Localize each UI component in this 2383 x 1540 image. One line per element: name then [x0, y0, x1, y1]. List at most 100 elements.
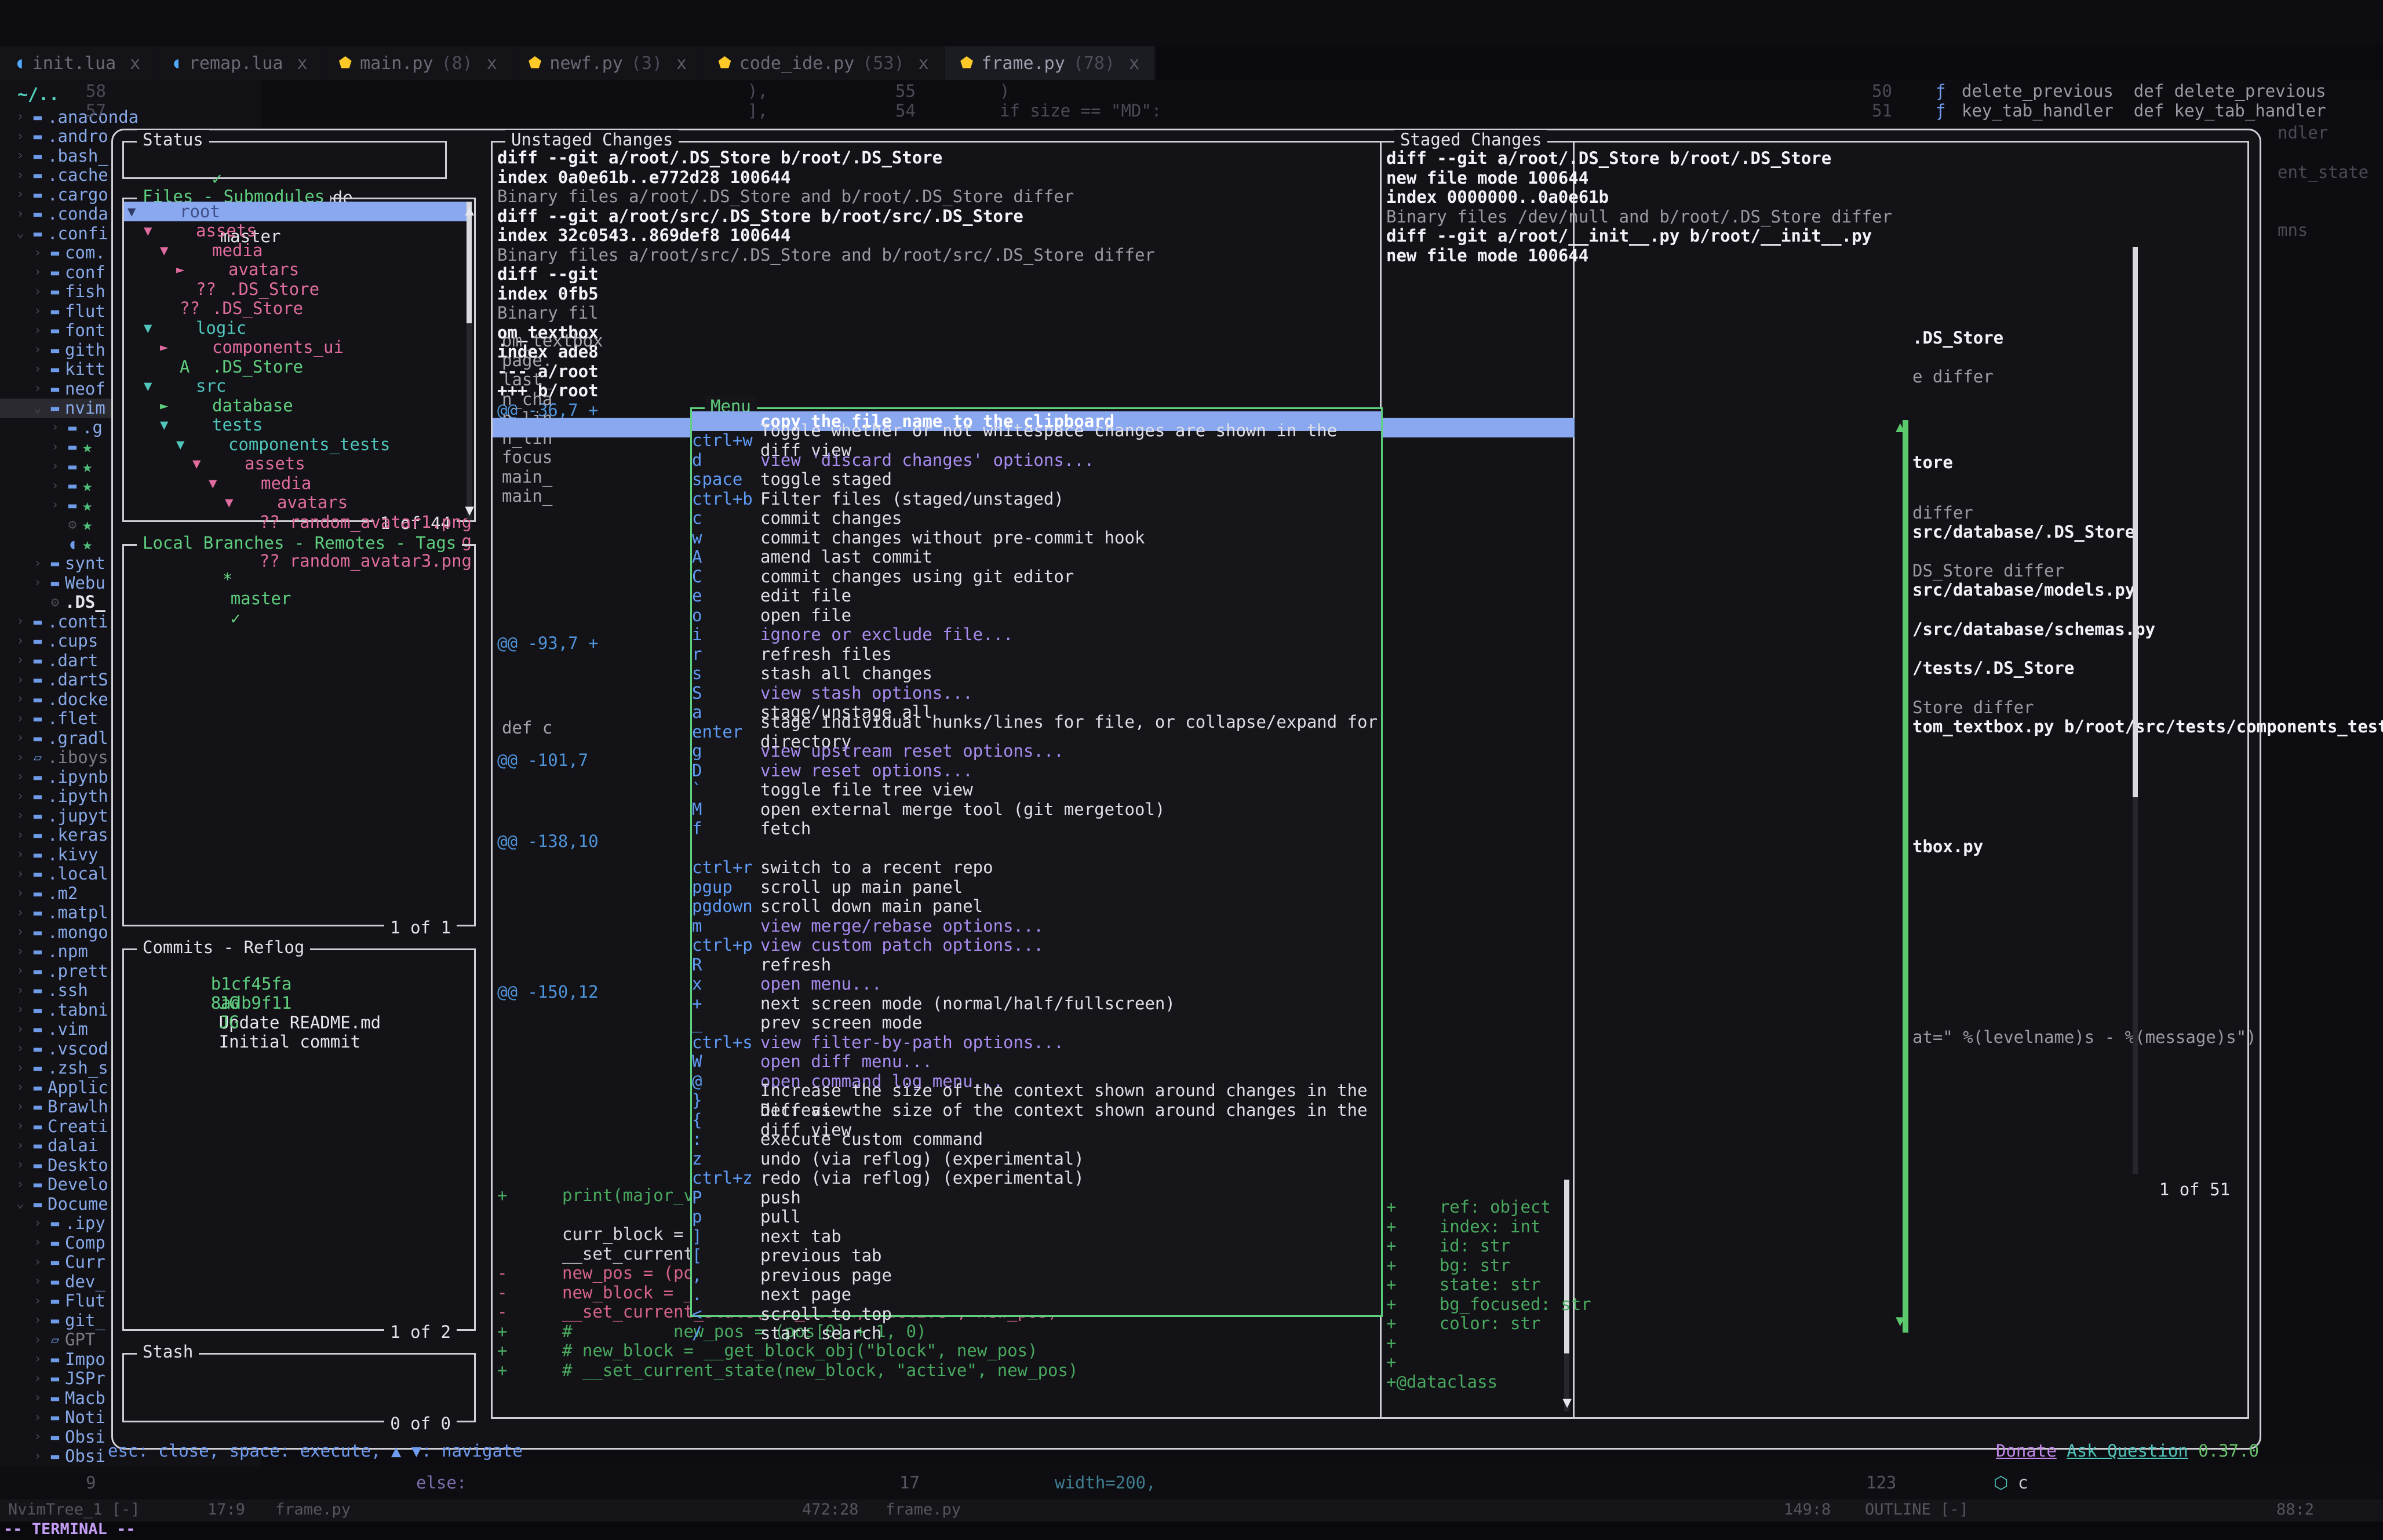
commit-row-2[interactable]: 8adb9f11 JG Initial commit [130, 974, 360, 1071]
menu-item[interactable]: c commit changes [692, 508, 1381, 528]
files-scroll-up-icon[interactable]: ▲ [465, 202, 474, 219]
files-panel-row[interactable]: ▼ src [124, 376, 472, 396]
files-panel-row[interactable]: A .DS_Store [124, 357, 472, 377]
menu-item[interactable]: f fetch [692, 819, 1381, 838]
files-panel-row[interactable]: ▼ root [124, 202, 472, 221]
stash-panel[interactable]: Stash 0 of 0 [122, 1342, 476, 1433]
files-panel[interactable]: Files - Submodules 1 of 44 ▼ root ▼ assets ▼… [122, 187, 476, 571]
commits-panel[interactable]: Commits - Reflog 1 of 2 b1cf45fa JG Upda… [122, 937, 476, 1342]
tab-close-icon[interactable]: x [297, 53, 307, 74]
editor-tab-newf-py[interactable]: ⬟ newf.py (3) x [513, 46, 704, 80]
menu-item[interactable]: [previous tab [692, 1246, 1381, 1265]
files-list[interactable]: ▼ root ▼ assets ▼ media ► avatars ?? .DS_Store ?… [124, 202, 472, 571]
files-scroll-down-icon[interactable]: ▼ [465, 502, 474, 519]
menu-item[interactable]: {Decrease the size of the context shown … [692, 1100, 1381, 1140]
menu-item[interactable]: z undo (via reflog) (experimental) [692, 1149, 1381, 1169]
menu-item[interactable]: Aamend last commit [692, 547, 1381, 567]
menu-item[interactable]: < scroll to top [692, 1304, 1381, 1324]
file-name: root [180, 201, 220, 221]
menu-item[interactable]: ] next tab [692, 1227, 1381, 1246]
diff-text: bg: str [1399, 1255, 1511, 1275]
menu-item[interactable]: space toggle staged [692, 469, 1381, 489]
menu-item[interactable]: ctrl+p view custom patch options... [692, 935, 1381, 955]
menu-item[interactable]: Mopen external merge tool (git mergetool… [692, 800, 1381, 819]
editor-tab-init-lua[interactable]: ◖ init.lua x [0, 46, 157, 80]
menu-item[interactable]: r refresh files [692, 644, 1381, 664]
files-panel-row[interactable]: ?? .DS_Store [124, 279, 472, 299]
menu-item[interactable]: / start search [692, 1323, 1381, 1343]
menu-item[interactable]: ctrl+z redo (via reflog) (experimental) [692, 1168, 1381, 1188]
lazygit-menu-popup[interactable]: Menu ctrl+o copy the file name to the cli… [690, 396, 1383, 1343]
tab-close-icon[interactable]: x [1129, 53, 1139, 74]
menu-item[interactable]: _ prev screen mode [692, 1013, 1381, 1032]
diff-text: ref: object [1399, 1197, 1551, 1217]
donate-link[interactable]: Donate [1996, 1441, 2057, 1461]
files-panel-row[interactable]: ▼ logic [124, 318, 472, 338]
menu-item[interactable]: p pull [692, 1207, 1381, 1227]
tab-close-icon[interactable]: x [487, 53, 497, 74]
files-panel-row[interactable]: ▼ components_tests [124, 435, 472, 454]
files-panel-row[interactable]: ?? .DS_Store [124, 298, 472, 318]
unstaged-left-fragment: def c [502, 718, 553, 738]
files-panel-row[interactable]: ► avatars [124, 260, 472, 279]
branch-row-master[interactable]: * master ✓ [141, 550, 292, 648]
footer-links[interactable]: Donate Ask Question 0.37.0 [1996, 1441, 2259, 1461]
menu-item-list[interactable]: ctrl+o copy the file name to the clipboar… [692, 411, 1381, 1343]
menu-item[interactable]: Sview stash options... [692, 683, 1381, 703]
menu-item[interactable]: m view merge/rebase options... [692, 916, 1381, 936]
staged-changes-panel[interactable]: Staged Changes 1 of 51 diff --git a/root… [1380, 130, 2383, 1419]
files-scrollbar[interactable] [467, 202, 472, 323]
editor-tab-remap-lua[interactable]: ◖ remap.lua x [156, 46, 324, 80]
menu-item[interactable]: , previous page [692, 1265, 1381, 1285]
editor-tab-main-py[interactable]: ⬟ main.py (8) x [323, 46, 513, 80]
menu-item[interactable]: enter stage individual hunks/lines for fi… [692, 712, 1381, 751]
menu-item[interactable]: + next screen mode (normal/half/fullscree… [692, 994, 1381, 1013]
menu-item[interactable]: ctrl+s view filter-by-path options... [692, 1032, 1381, 1052]
editor-tab-bar[interactable]: ◖ init.lua x ◖ remap.lua x ⬟ main.py (8) x ⬟ newf.p… [0, 46, 2383, 80]
files-panel-row[interactable]: ► database [124, 396, 472, 415]
menu-item[interactable]: x open menu... [692, 974, 1381, 994]
menu-item[interactable]: ctrl+w Toggle whether or not whitespace c… [692, 421, 1381, 460]
menu-item[interactable] [692, 838, 1381, 858]
menu-item[interactable]: Wopen diff menu... [692, 1052, 1381, 1072]
menu-item[interactable]: Rrefresh [692, 955, 1381, 975]
files-panel-row[interactable]: ▼ assets [124, 221, 472, 240]
files-panel-row[interactable]: ?? random_avatar1.png [124, 512, 472, 532]
explorer-item-label: .tabni [48, 999, 108, 1020]
files-panel-row[interactable]: ► components_ui [124, 337, 472, 357]
status-panel[interactable]: Status ✓ PrimitiveCode → master [122, 130, 447, 246]
menu-item[interactable]: ctrl+r switch to a recent repo [692, 857, 1381, 877]
menu-item[interactable]: pgup scroll up main panel [692, 877, 1381, 897]
menu-item[interactable]: Dview reset options... [692, 761, 1381, 780]
menu-item[interactable]: w commit changes without pre-commit hook [692, 528, 1381, 548]
ask-question-link[interactable]: Ask Question [2067, 1441, 2188, 1461]
files-panel-row[interactable]: ▼ media [124, 240, 472, 260]
editor-tab-code-ide-py[interactable]: ⬟ code_ide.py (53) x [703, 46, 945, 80]
tab-close-icon[interactable]: x [919, 53, 929, 74]
chevron-down-icon: ▼ [160, 242, 169, 258]
menu-item[interactable]: pgdown scroll down main panel [692, 896, 1381, 916]
menu-item-label: open diff menu... [760, 1052, 932, 1072]
menu-item[interactable]: . next page [692, 1284, 1381, 1304]
editor-command-line[interactable]: -- TERMINAL -- [0, 1520, 2383, 1540]
files-panel-row[interactable]: ▼ tests [124, 415, 472, 435]
explorer-item-label: Docume [48, 1194, 108, 1214]
menu-item[interactable]: ctrl+b Filter files (staged/unstaged) [692, 489, 1381, 509]
editor-tab-frame-py[interactable]: ⬟ frame.py (78) x [945, 46, 1156, 80]
files-panel-row[interactable]: ▼ avatars [124, 492, 472, 512]
menu-item[interactable]: e edit file [692, 586, 1381, 605]
menu-item[interactable]: s stash all changes [692, 663, 1381, 683]
menu-item[interactable]: o open file [692, 605, 1381, 625]
editor-line-num-50: 50 [1872, 81, 1892, 101]
branches-panel[interactable]: Local Branches - Remotes - Tags 1 of 1 *… [122, 533, 476, 937]
menu-item[interactable]: Ppush [692, 1188, 1381, 1207]
tab-close-icon[interactable]: x [676, 53, 687, 74]
staged-scrollbar[interactable] [2133, 247, 2138, 797]
tab-close-icon[interactable]: x [130, 53, 140, 74]
files-panel-row[interactable]: ▼ assets [124, 454, 472, 473]
files-panel-row[interactable]: ▼ media [124, 473, 472, 493]
menu-item[interactable]: ` toggle file tree view [692, 780, 1381, 800]
menu-item[interactable]: i ignore or exclude file... [692, 625, 1381, 644]
explorer-item[interactable]: › ▬ .anaconda [0, 107, 261, 127]
menu-item[interactable]: Ccommit changes using git editor [692, 567, 1381, 586]
